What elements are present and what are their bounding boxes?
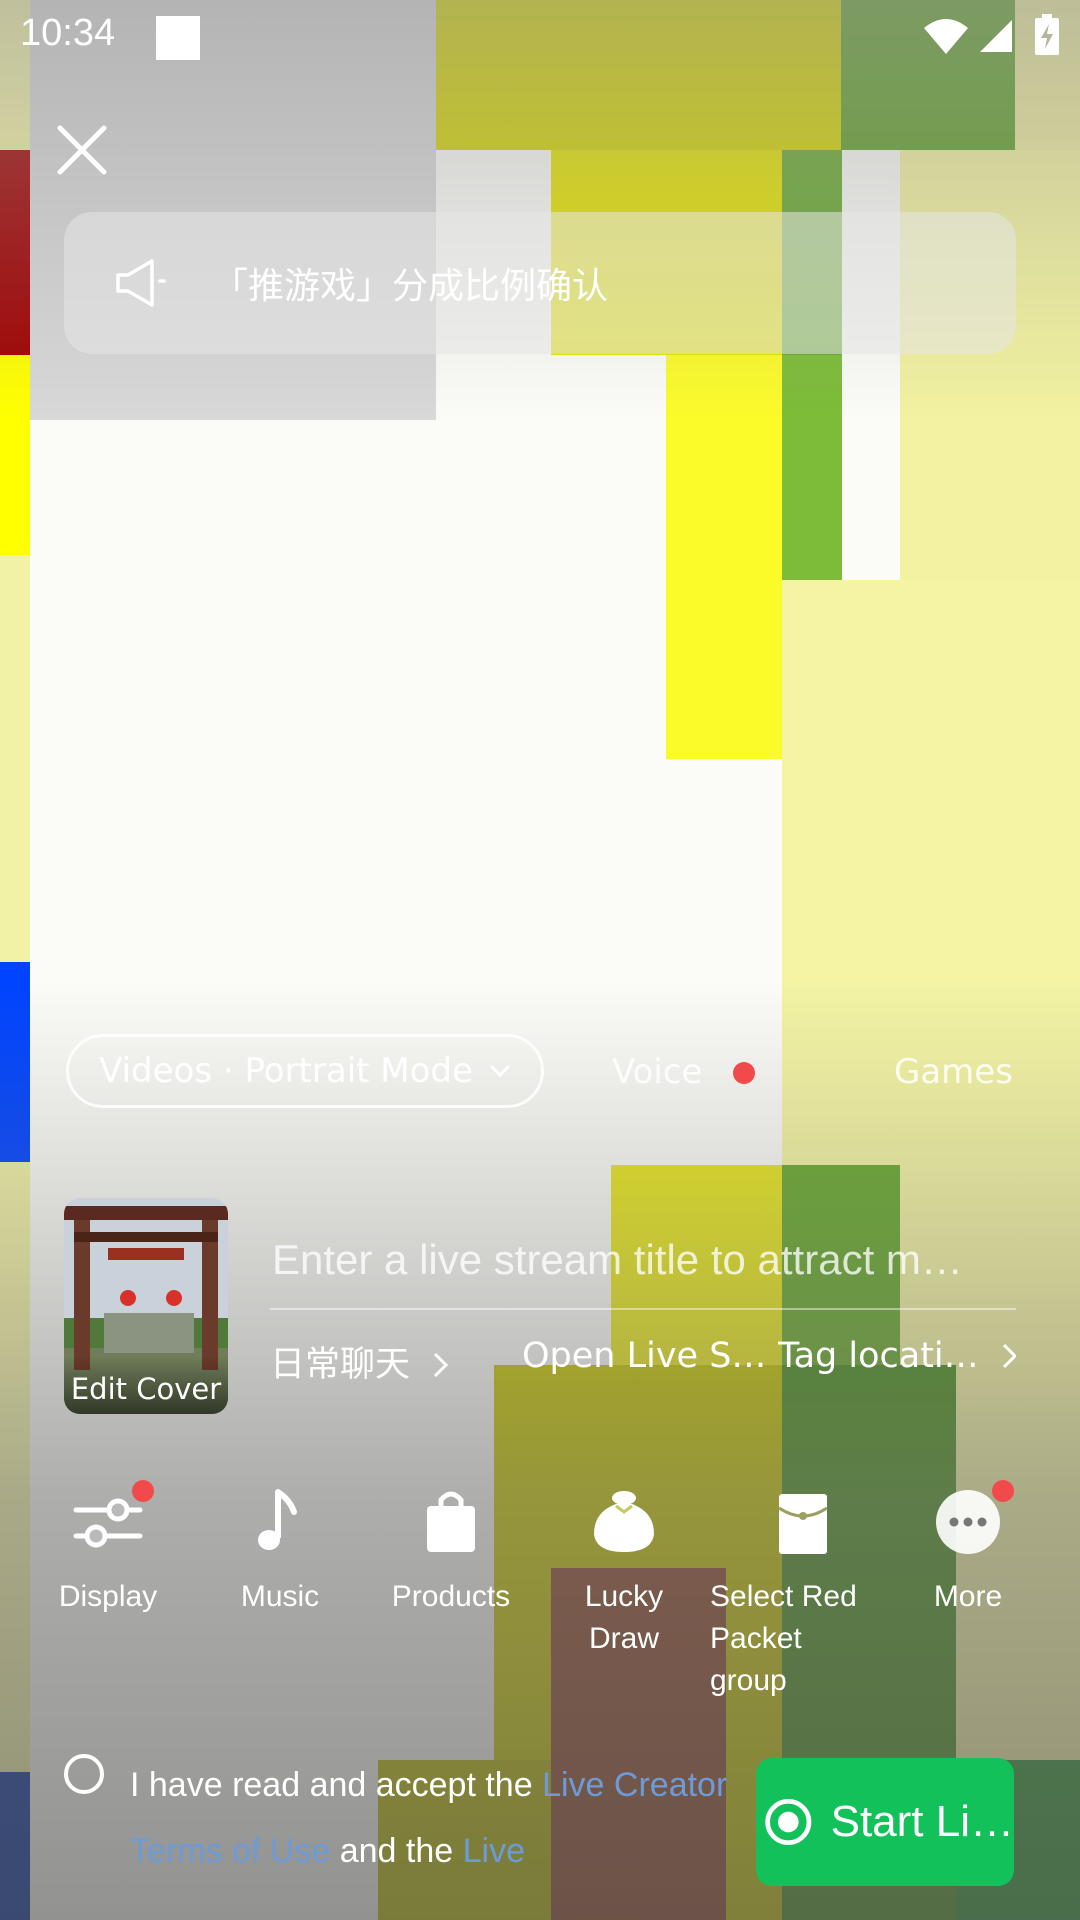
tool-display[interactable]: Display xyxy=(33,1480,183,1618)
open-live-stream-option[interactable]: Open Live Str… xyxy=(522,1336,768,1376)
stream-title-input[interactable] xyxy=(270,1228,1020,1292)
divider xyxy=(270,1308,1016,1310)
tool-products[interactable]: Products xyxy=(376,1486,526,1618)
notification-dot xyxy=(132,1480,154,1502)
cover-thumbnail[interactable]: Edit Cover xyxy=(64,1198,228,1414)
close-icon[interactable] xyxy=(56,124,108,176)
status-bar: 10:34 xyxy=(0,0,1080,80)
notification-dot xyxy=(733,1062,755,1084)
record-icon xyxy=(765,1798,812,1846)
music-note-icon xyxy=(258,1489,297,1550)
chevron-down-icon xyxy=(489,1064,510,1078)
tool-label: Music xyxy=(240,1580,320,1613)
tool-label: Display xyxy=(58,1580,158,1613)
notification-icon xyxy=(156,16,200,60)
agreement-prefix: I have read and accept the xyxy=(130,1766,533,1804)
notification-dot xyxy=(992,1480,1014,1502)
announcement-text: 「推游戏」分成比例确认 xyxy=(212,266,609,307)
tool-lucky-draw[interactable]: Lucky Draw xyxy=(549,1486,699,1660)
lucky-bag-icon xyxy=(594,1491,654,1552)
tool-label: Products xyxy=(391,1580,511,1613)
start-live-label: Start Li… xyxy=(830,1797,1014,1846)
signal-icon xyxy=(980,20,1012,52)
edit-cover-label: Edit Cover xyxy=(64,1356,228,1414)
mode-selector-label: Videos · Portrait Mode xyxy=(99,1051,473,1091)
category-label: 日常聊天 xyxy=(270,1345,411,1385)
tag-location-selector[interactable]: Tag locati… xyxy=(778,1336,1016,1376)
terms-link[interactable]: Live xyxy=(542,1766,604,1804)
tab-voice[interactable]: Voice xyxy=(612,1052,702,1092)
battery-charging-icon xyxy=(1035,14,1059,55)
agreement-checkbox[interactable] xyxy=(64,1754,104,1794)
announcement-banner[interactable]: 「推游戏」分成比例确认 xyxy=(64,212,1016,354)
mode-selector-videos[interactable]: Videos · Portrait Mode xyxy=(66,1034,544,1108)
policy-link[interactable]: Live xyxy=(463,1832,525,1870)
megaphone-icon xyxy=(116,259,166,307)
tool-label: Select Red Packet group xyxy=(710,1580,857,1697)
wifi-icon xyxy=(924,19,968,54)
tab-games[interactable]: Games xyxy=(894,1052,1013,1092)
category-selector[interactable]: 日常聊天 xyxy=(270,1336,451,1387)
status-time: 10:34 xyxy=(20,12,116,54)
tool-red-packet-group[interactable]: Select Red Packet group xyxy=(710,1486,880,1702)
start-live-button[interactable]: Start Li… xyxy=(756,1758,1014,1886)
agreement-middle: and the xyxy=(339,1832,454,1870)
tag-location-label: Tag locati… xyxy=(778,1336,979,1376)
tool-label: More xyxy=(933,1580,1003,1613)
tool-music[interactable]: Music xyxy=(205,1486,355,1618)
chevron-right-icon xyxy=(1002,1343,1016,1369)
chevron-right-icon xyxy=(434,1352,449,1378)
shopping-bag-icon xyxy=(427,1491,475,1552)
tool-more[interactable]: More xyxy=(893,1480,1043,1618)
tool-label: Lucky Draw xyxy=(584,1580,664,1655)
agreement-text: I have read and accept the Live Creator … xyxy=(130,1752,730,1884)
red-packet-icon xyxy=(778,1494,828,1554)
